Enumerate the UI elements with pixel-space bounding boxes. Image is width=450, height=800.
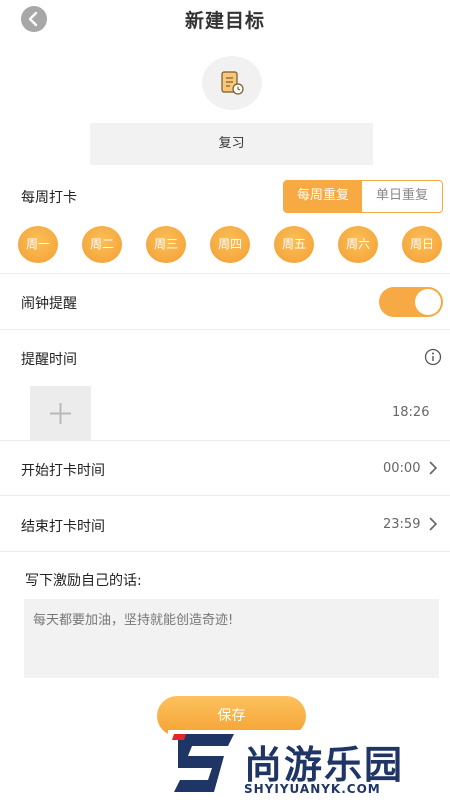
divider — [0, 440, 450, 441]
toggle-knob — [415, 289, 441, 315]
goal-name-input[interactable]: 复习 — [90, 123, 373, 165]
day-tue[interactable]: 周二 — [82, 226, 122, 263]
logo-s-icon — [172, 734, 234, 792]
end-time-value[interactable]: 23:59 — [383, 517, 420, 532]
alarm-label: 闹钟提醒 — [21, 296, 77, 312]
day-sun[interactable]: 周日 — [402, 226, 442, 263]
day-mon[interactable]: 周一 — [18, 226, 58, 263]
divider — [0, 273, 450, 274]
weekly-checkin-label: 每周打卡 — [21, 190, 77, 206]
alarm-toggle[interactable] — [379, 287, 443, 317]
day-sat[interactable]: 周六 — [338, 226, 378, 263]
daily-repeat-option[interactable]: 单日重复 — [362, 181, 442, 212]
day-thu[interactable]: 周四 — [210, 226, 250, 263]
start-time-label: 开始打卡时间 — [21, 463, 105, 479]
goal-icon-button[interactable] — [202, 56, 262, 110]
header: 新建目标 — [0, 0, 450, 40]
watermark-text: 尚游乐园 — [244, 743, 405, 787]
page-title: 新建目标 — [184, 10, 265, 32]
chevron-right-icon[interactable] — [428, 460, 438, 476]
start-time-value[interactable]: 00:00 — [383, 461, 420, 476]
info-icon[interactable] — [424, 348, 442, 366]
chevron-right-icon[interactable] — [428, 516, 438, 532]
divider — [0, 329, 450, 330]
watermark-url: SHYIYUANYK.COM — [244, 782, 381, 796]
motto-label: 写下激励自己的话: — [25, 573, 142, 589]
notebook-clock-icon — [221, 71, 244, 95]
weekly-repeat-option[interactable]: 每周重复 — [284, 181, 362, 212]
reminder-time-label: 提醒时间 — [21, 352, 77, 368]
day-fri[interactable]: 周五 — [274, 226, 314, 263]
divider — [0, 495, 450, 496]
plus-icon — [50, 403, 71, 424]
motto-textarea[interactable]: 每天都要加油，坚持就能创造奇迹! — [24, 599, 439, 678]
divider — [0, 551, 450, 552]
repeat-mode-segmented: 每周重复 单日重复 — [283, 180, 443, 213]
add-reminder-button[interactable] — [30, 386, 91, 441]
day-wed[interactable]: 周三 — [146, 226, 186, 263]
watermark-logo: 尚游乐园 SHYIYUANYK.COM — [168, 730, 450, 800]
reminder-time-value[interactable]: 18:26 — [392, 405, 429, 420]
end-time-label: 结束打卡时间 — [21, 519, 105, 535]
